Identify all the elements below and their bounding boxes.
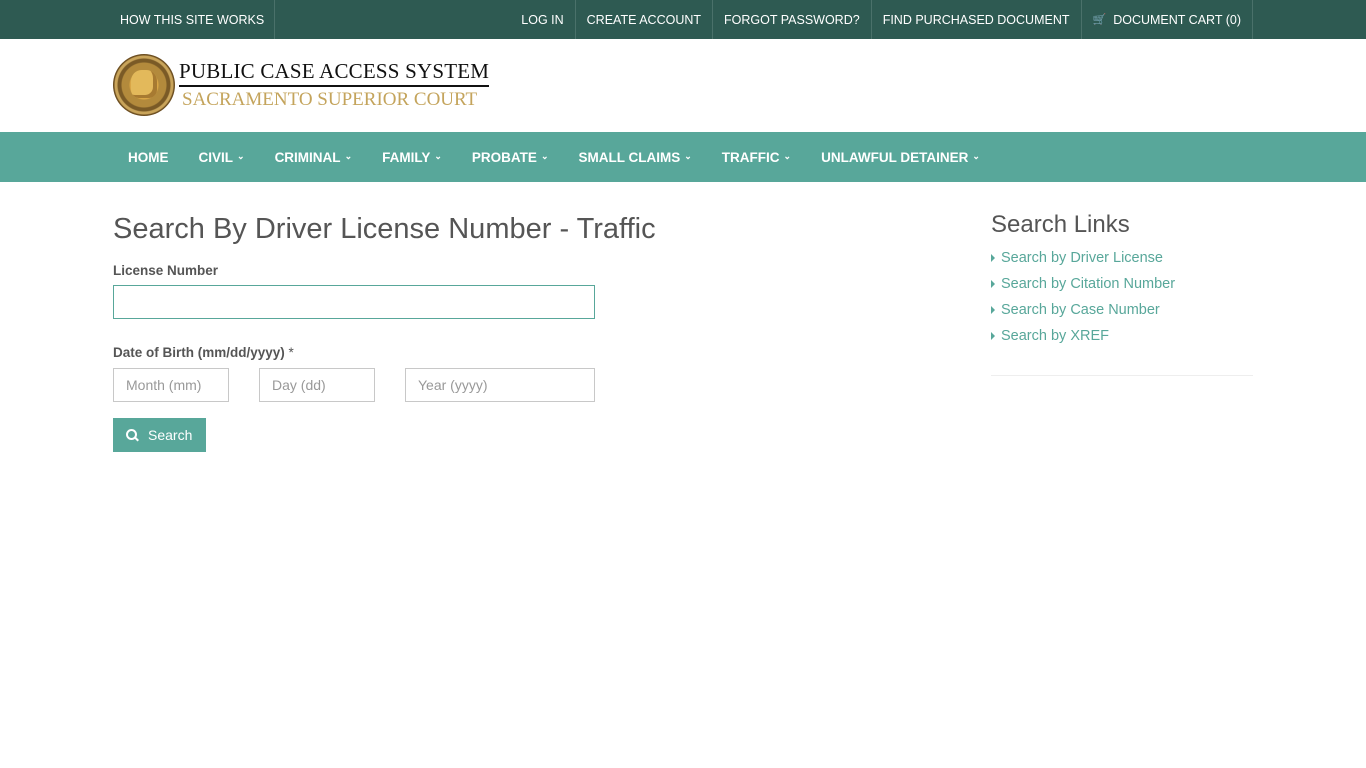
chevron-down-icon: ⌄ [540,150,549,161]
page-title: Search By Driver License Number - Traffi… [113,213,656,245]
search-icon [126,428,139,442]
link-search-by-xref[interactable]: Search by XREF [991,323,1253,349]
forgot-password-link[interactable]: FORGOT PASSWORD? [713,0,872,39]
main-area: Search By Driver License Number - Traffi… [113,182,1253,452]
caret-right-icon [991,306,995,314]
link-label: Search by Citation Number [1001,276,1176,292]
chevron-down-icon: ⌄ [344,150,353,161]
login-link[interactable]: LOG IN [510,0,576,39]
logo-text[interactable]: PUBLIC CASE ACCESS SYSTEM SACRAMENTO SUP… [179,60,490,110]
nav-home[interactable]: HOME [113,132,184,182]
nav-criminal-label: CRIMINAL [274,149,341,165]
nav-small-claims-label: SMALL CLAIMS [578,149,681,165]
search-button-label: Search [148,427,193,443]
nav-traffic[interactable]: TRAFFIC ⌄ [707,132,806,182]
sidebar-title: Search Links [991,211,1130,238]
nav-probate-label: PROBATE [471,149,537,165]
chevron-down-icon: ⌄ [783,150,792,161]
link-label: Search by Case Number [1001,302,1160,318]
chevron-down-icon: ⌄ [684,150,692,161]
nav-family-label: FAMILY [382,149,431,165]
chevron-down-icon: ⌄ [434,150,442,161]
license-number-input[interactable] [113,285,595,319]
top-bar: HOW THIS SITE WORKS LOG IN CREATE ACCOUN… [0,0,1366,39]
nav-unlawful-detainer[interactable]: UNLAWFUL DETAINER ⌄ [806,132,995,182]
link-search-by-citation-number[interactable]: Search by Citation Number [991,271,1253,297]
nav-home-label: HOME [128,149,169,165]
nav-unlawful-detainer-label: UNLAWFUL DETAINER [821,149,969,165]
dob-label: Date of Birth (mm/dd/yyyy) [113,345,285,360]
search-links-list: Search by Driver License Search by Citat… [991,245,1253,376]
nav-civil-label: CIVIL [198,149,234,165]
chevron-down-icon: ⌄ [237,150,245,161]
main-nav: HOME CIVIL ⌄ CRIMINAL ⌄ FAMILY ⌄ PROBATE ⌄ S… [0,132,1366,182]
dob-day-input[interactable] [259,368,375,402]
dob-label-row: Date of Birth (mm/dd/yyyy) * [113,345,953,360]
link-label: Search by Driver License [1001,250,1163,266]
caret-right-icon [991,280,995,288]
document-cart-label: DOCUMENT CART (0) [1113,12,1241,27]
caret-right-icon [991,332,995,340]
cart-icon: 🛒 [1092,14,1107,26]
site-subtitle: SACRAMENTO SUPERIOR COURT [182,89,478,110]
caret-right-icon [991,254,995,262]
nav-family[interactable]: FAMILY ⌄ [367,132,457,182]
chevron-down-icon: ⌄ [972,150,980,161]
nav-small-claims[interactable]: SMALL CLAIMS ⌄ [563,132,706,182]
site-title: PUBLIC CASE ACCESS SYSTEM [179,60,490,87]
nav-probate[interactable]: PROBATE ⌄ [457,132,564,182]
dob-year-input[interactable] [405,368,595,402]
nav-traffic-label: TRAFFIC [721,149,780,165]
site-header: PUBLIC CASE ACCESS SYSTEM SACRAMENTO SUP… [0,39,1366,132]
nav-criminal[interactable]: CRIMINAL ⌄ [260,132,368,182]
document-cart-link[interactable]: 🛒 DOCUMENT CART (0) [1082,0,1253,39]
create-account-link[interactable]: CREATE ACCOUNT [576,0,714,39]
required-marker: * [288,345,294,360]
search-form: Search By Driver License Number - Traffi… [113,182,953,452]
link-search-by-driver-license[interactable]: Search by Driver License [991,245,1253,271]
dob-month-input[interactable] [113,368,229,402]
link-label: Search by XREF [1001,328,1109,344]
nav-civil[interactable]: CIVIL ⌄ [184,132,260,182]
court-seal-logo[interactable] [113,54,175,116]
search-button[interactable]: Search [113,418,206,452]
dob-fields [113,368,953,402]
link-search-by-case-number[interactable]: Search by Case Number [991,297,1253,323]
find-purchased-document-link[interactable]: FIND PURCHASED DOCUMENT [872,0,1082,39]
how-site-works-link[interactable]: HOW THIS SITE WORKS [113,0,276,39]
search-links-sidebar: Search Links Search by Driver License Se… [991,182,1253,452]
license-number-label: License Number [113,263,219,278]
